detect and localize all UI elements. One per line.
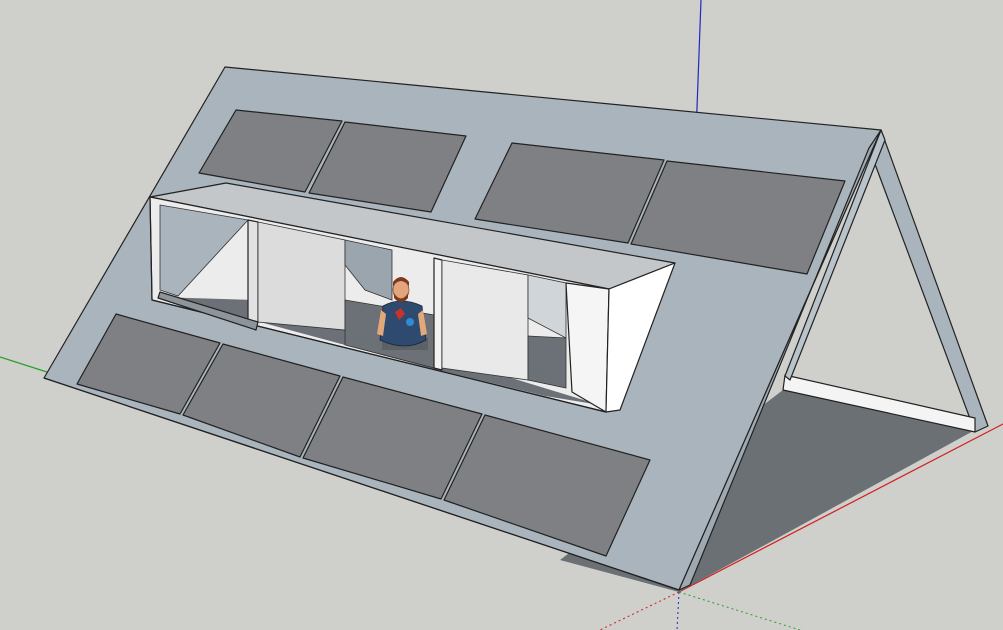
axis-red-dotted [599,591,680,630]
sketchup-viewport[interactable] [0,0,1003,630]
axis-green-solid [0,356,51,374]
axis-blue-dotted [676,591,680,630]
axis-green-dotted [678,591,801,630]
model-canvas[interactable] [0,0,1003,630]
